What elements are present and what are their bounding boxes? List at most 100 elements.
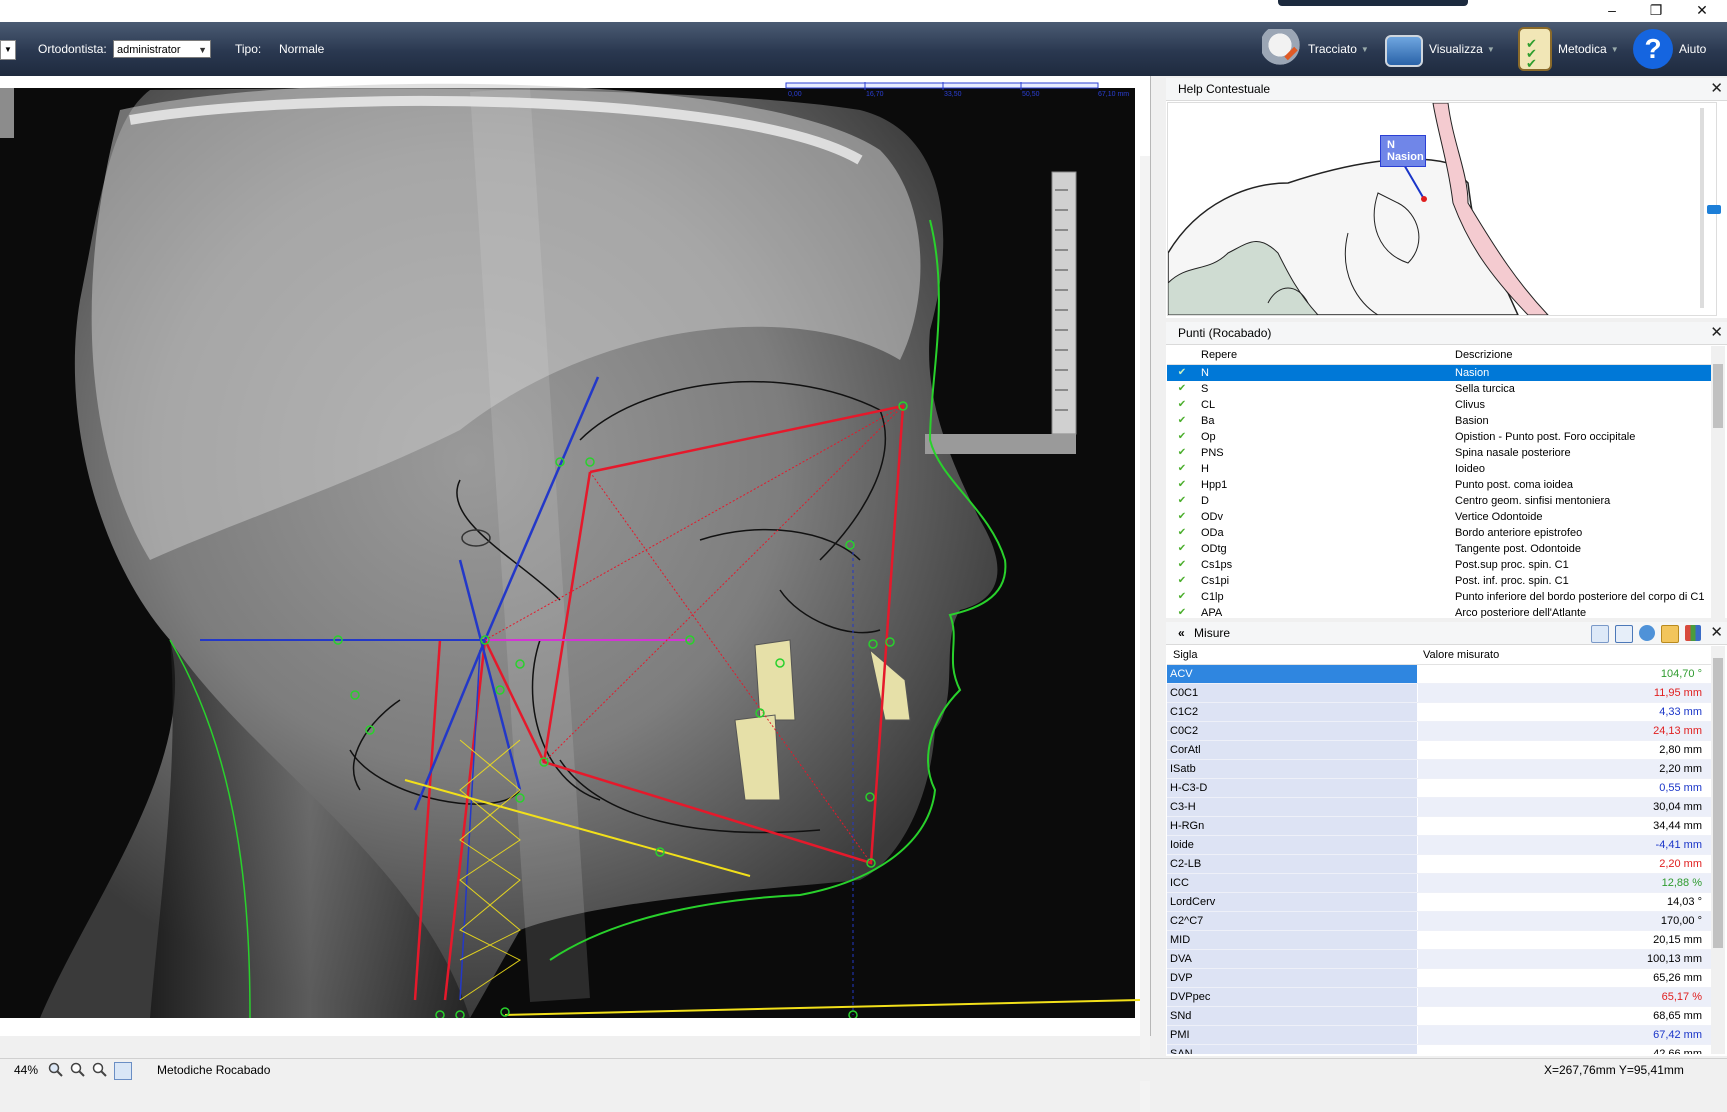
cephalometric-xray[interactable]: 0,00 16,70 33,50 50,50 67,10 mm: [0, 76, 1140, 1018]
measure-value: 2,80 mm: [1659, 744, 1702, 756]
point-row[interactable]: ✔ APA Arco posteriore dell'Atlante: [1167, 605, 1712, 618]
point-row[interactable]: ✔ ODv Vertice Odontoide: [1167, 509, 1712, 525]
point-row[interactable]: ✔ S Sella turcica: [1167, 381, 1712, 397]
measure-row[interactable]: C2-LB 2,20 mm: [1167, 855, 1712, 874]
measure-row[interactable]: DVPpec 65,17 %: [1167, 988, 1712, 1007]
measure-value: 34,44 mm: [1653, 820, 1702, 832]
chart-icon[interactable]: [1591, 625, 1609, 643]
point-code: ODv: [1201, 511, 1223, 523]
export-icon[interactable]: [1685, 625, 1701, 641]
measure-row[interactable]: C0C2 24,13 mm: [1167, 722, 1712, 741]
measure-value: 14,03 °: [1667, 896, 1702, 908]
measure-row[interactable]: DVP 65,26 mm: [1167, 969, 1712, 988]
points-scrollbar[interactable]: [1711, 346, 1725, 618]
close-icon[interactable]: ✕: [1710, 322, 1723, 344]
measure-row[interactable]: LordCerv 14,03 °: [1167, 893, 1712, 912]
measure-value: 2,20 mm: [1418, 760, 1712, 778]
restore-button[interactable]: ❐: [1633, 0, 1679, 22]
visualizza-button[interactable]: Visualizza ▼: [1385, 26, 1495, 72]
zoom-window-icon[interactable]: [114, 1062, 132, 1080]
measure-row[interactable]: C3-H 30,04 mm: [1167, 798, 1712, 817]
close-icon[interactable]: ✕: [1710, 78, 1723, 100]
measure-row[interactable]: CorAtl 2,80 mm: [1167, 741, 1712, 760]
measures-scrollbar[interactable]: [1711, 646, 1725, 1054]
close-window-button[interactable]: ✕: [1679, 0, 1725, 22]
image-vertical-scrollbar[interactable]: [1140, 156, 1150, 1112]
point-row[interactable]: ✔ Cs1pi Post. inf. proc. spin. C1: [1167, 573, 1712, 589]
tracciato-button[interactable]: Tracciato ▼: [1262, 26, 1369, 72]
check-icon: ✔: [1177, 447, 1187, 458]
point-row[interactable]: ✔ ODtg Tangente post. Odontoide: [1167, 541, 1712, 557]
zoom-fit-icon[interactable]: [48, 1062, 64, 1078]
help-zoom-slider-thumb[interactable]: [1707, 205, 1721, 214]
check-icon: ✔: [1177, 607, 1187, 618]
measure-row[interactable]: PMI 67,42 mm: [1167, 1026, 1712, 1045]
orthodontist-select[interactable]: administrator ▼: [113, 40, 211, 58]
point-row[interactable]: ✔ Op Opistion - Punto post. Foro occipital…: [1167, 429, 1712, 445]
point-row[interactable]: ✔ CL Clivus: [1167, 397, 1712, 413]
aiuto-button[interactable]: ? Aiuto: [1633, 26, 1706, 72]
point-row[interactable]: ✔ Hpp1 Punto post. coma ioidea: [1167, 477, 1712, 493]
column-header-sigla[interactable]: Sigla: [1167, 646, 1417, 664]
points-panel-header: Punti (Rocabado) ✕: [1166, 322, 1727, 345]
measure-value: 170,00 °: [1418, 912, 1712, 930]
points-panel: Punti (Rocabado) ✕ Repere Descrizione ✔ N…: [1166, 322, 1727, 618]
table-icon[interactable]: [1615, 625, 1633, 643]
status-bar: 44% Metodiche Rocabado X=267,76mm Y=95,4…: [0, 1058, 1727, 1081]
point-row[interactable]: ✔ PNS Spina nasale posteriore: [1167, 445, 1712, 461]
help-zoom-slider-track[interactable]: [1700, 108, 1704, 308]
point-code: Cs1ps: [1201, 559, 1233, 571]
measure-row[interactable]: Ioide -4,41 mm: [1167, 836, 1712, 855]
point-row[interactable]: ✔ Cs1ps Post.sup proc. spin. C1: [1167, 557, 1712, 573]
point-code: CL: [1201, 399, 1216, 411]
nasion-callout-name: Nasion: [1387, 151, 1424, 163]
measure-row[interactable]: SNd 68,65 mm: [1167, 1007, 1712, 1026]
measures-scrollbar-thumb[interactable]: [1713, 658, 1723, 948]
column-header-repere[interactable]: Repere: [1201, 346, 1455, 364]
measure-row[interactable]: ACV 104,70 °: [1167, 665, 1712, 684]
refresh-icon[interactable]: [1639, 625, 1655, 641]
measure-row[interactable]: ICC 12,88 %: [1167, 874, 1712, 893]
point-row[interactable]: ✔ D Centro geom. sinfisi mentoniera: [1167, 493, 1712, 509]
points-scrollbar-thumb[interactable]: [1713, 364, 1723, 428]
zoom-in-icon[interactable]: [70, 1062, 86, 1078]
clipboard-check-icon: ✔ ✔ ✔: [1518, 27, 1552, 71]
cephalometric-image-area[interactable]: 0,00 16,70 33,50 50,50 67,10 mm: [0, 76, 1151, 1112]
metodica-button[interactable]: ✔ ✔ ✔ Metodica ▼: [1518, 26, 1619, 72]
column-header-valore[interactable]: Valore misurato: [1417, 646, 1712, 664]
measure-value: 0,55 mm: [1659, 782, 1702, 794]
zoom-out-icon[interactable]: [92, 1062, 108, 1078]
measure-row[interactable]: MID 20,15 mm: [1167, 931, 1712, 950]
point-code: Cs1pi: [1201, 575, 1230, 587]
measure-sigla: PMI: [1167, 1026, 1418, 1044]
measure-row[interactable]: H-RGn 34,44 mm: [1167, 817, 1712, 836]
cursor-coordinates: X=267,76mm Y=95,41mm: [1544, 1063, 1684, 1077]
point-code: H: [1201, 463, 1209, 475]
measures-grid: Sigla Valore misurato ACV 104,70 ° C0C1 11,…: [1167, 646, 1712, 1054]
measure-row[interactable]: DVA 100,13 mm: [1167, 950, 1712, 969]
point-row[interactable]: ✔ C1lp Punto inferiore del bordo posterior…: [1167, 589, 1712, 605]
check-icon: ✔: [1177, 543, 1187, 554]
main-toolbar: ▼ Ortodontista: administrator ▼ Tipo: No…: [0, 22, 1727, 76]
measure-row[interactable]: ISatb 2,20 mm: [1167, 760, 1712, 779]
point-row[interactable]: ✔ N Nasion: [1167, 365, 1712, 381]
minimize-button[interactable]: –: [1589, 0, 1635, 22]
check-icon: ✔: [1177, 559, 1187, 570]
measure-row[interactable]: C0C1 11,95 mm: [1167, 684, 1712, 703]
check-icon: ✔: [1177, 511, 1187, 522]
column-header-descrizione[interactable]: Descrizione: [1455, 346, 1712, 364]
folder-icon[interactable]: [1661, 625, 1679, 643]
measure-row[interactable]: C2^C7 170,00 °: [1167, 912, 1712, 931]
close-icon[interactable]: ✕: [1710, 622, 1723, 644]
document-dropdown[interactable]: ▼: [0, 40, 16, 60]
point-row[interactable]: ✔ H Ioideo: [1167, 461, 1712, 477]
measure-row[interactable]: H-C3-D 0,55 mm: [1167, 779, 1712, 798]
point-row[interactable]: ✔ ODa Bordo anteriore epistrofeo: [1167, 525, 1712, 541]
measures-grid-header: Sigla Valore misurato: [1167, 646, 1712, 665]
type-value[interactable]: Normale: [279, 42, 324, 56]
measure-row[interactable]: C1C2 4,33 mm: [1167, 703, 1712, 722]
collapse-icon[interactable]: «: [1178, 626, 1185, 640]
point-description: Post.sup proc. spin. C1: [1455, 559, 1569, 571]
point-row[interactable]: ✔ Ba Basion: [1167, 413, 1712, 429]
measure-row[interactable]: SAN 42,66 mm: [1167, 1045, 1712, 1054]
